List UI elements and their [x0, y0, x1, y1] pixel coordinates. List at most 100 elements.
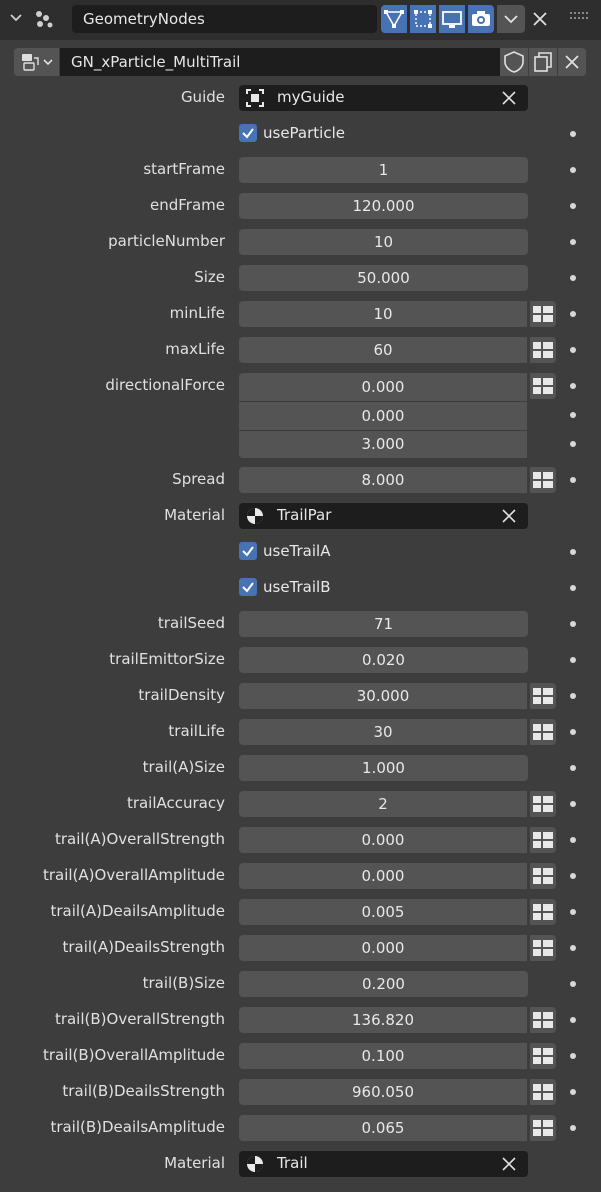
trail-b-overall-amplitude-label: trail(B)OverallAmplitude: [42, 1046, 225, 1064]
size-field[interactable]: 50.000: [239, 265, 528, 291]
clear-material-icon[interactable]: [501, 508, 517, 524]
keyframe-dot[interactable]: [570, 693, 576, 699]
attribute-toggle-button[interactable]: [530, 863, 556, 889]
keyframe-dot[interactable]: [570, 311, 576, 317]
trail-accuracy-field[interactable]: 2: [239, 791, 527, 817]
keyframe-dot[interactable]: [570, 945, 576, 951]
directional-force-y-field[interactable]: 0.000: [239, 402, 527, 430]
keyframe-dot[interactable]: [570, 1125, 576, 1131]
attribute-toggle-button[interactable]: [530, 301, 556, 327]
keyframe-dot[interactable]: [570, 729, 576, 735]
directional-force-x-field[interactable]: 0.000: [239, 373, 527, 401]
attribute-toggle-button[interactable]: [530, 935, 556, 961]
keyframe-dot[interactable]: [570, 621, 576, 627]
trail-b-deails-amplitude-label: trail(B)DeailsAmplitude: [50, 1118, 225, 1136]
clear-guide-icon[interactable]: [501, 90, 517, 106]
start-frame-field[interactable]: 1: [239, 157, 528, 183]
node-group-name-field[interactable]: GN_xParticle_MultiTrail: [60, 48, 500, 76]
keyframe-dot[interactable]: [570, 1053, 576, 1059]
fake-user-button[interactable]: [500, 48, 528, 76]
spreadsheet-icon: [533, 1084, 553, 1100]
trail-b-deails-amplitude-field[interactable]: 0.065: [239, 1115, 527, 1141]
trail-b-deails-strength-field[interactable]: 960.050: [239, 1079, 527, 1105]
trail-b-size-field[interactable]: 0.200: [239, 971, 528, 997]
trail-material-field[interactable]: Trail: [239, 1151, 528, 1177]
trail-a-deails-strength-field[interactable]: 0.000: [239, 935, 527, 961]
trail-a-overall-strength-field[interactable]: 0.000: [239, 827, 527, 853]
keyframe-dot[interactable]: [570, 909, 576, 915]
keyframe-dot[interactable]: [570, 1089, 576, 1095]
trail-b-overall-amplitude-field[interactable]: 0.100: [239, 1043, 527, 1069]
keyframe-dot[interactable]: [570, 203, 576, 209]
attribute-toggle-button[interactable]: [530, 467, 556, 493]
trail-a-deails-amplitude-field[interactable]: 0.005: [239, 899, 527, 925]
keyframe-dot[interactable]: [570, 383, 576, 389]
keyframe-dot[interactable]: [570, 275, 576, 281]
attribute-toggle-button[interactable]: [530, 1043, 556, 1069]
on-cage-icon: [414, 10, 432, 28]
trail-a-overall-amplitude-label: trail(A)OverallAmplitude: [42, 866, 225, 884]
attribute-toggle-button[interactable]: [530, 827, 556, 853]
attribute-toggle-button[interactable]: [530, 683, 556, 709]
attribute-toggle-button[interactable]: [530, 1007, 556, 1033]
particle-number-field[interactable]: 10: [239, 229, 528, 255]
trail-density-field[interactable]: 30.000: [239, 683, 527, 709]
attribute-toggle-button[interactable]: [530, 1115, 556, 1141]
trail-emittor-size-field[interactable]: 0.020: [239, 647, 528, 673]
trail-a-overall-amplitude-field[interactable]: 0.000: [239, 863, 527, 889]
modifier-dropdown-button[interactable]: [497, 5, 525, 33]
edit-mode-toggle[interactable]: [381, 5, 407, 33]
keyframe-dot[interactable]: [570, 131, 576, 137]
keyframe-dot[interactable]: [570, 1017, 576, 1023]
min-life-field[interactable]: 10: [239, 301, 527, 327]
size-label: Size: [194, 268, 225, 286]
use-particle-checkbox[interactable]: [239, 124, 257, 142]
attribute-toggle-button[interactable]: [530, 373, 556, 399]
duplicate-icon: [534, 52, 552, 72]
trail-a-size-field[interactable]: 1.000: [239, 755, 528, 781]
trail-life-field[interactable]: 30: [239, 719, 527, 745]
keyframe-dot[interactable]: [570, 765, 576, 771]
attribute-toggle-button[interactable]: [530, 1079, 556, 1105]
spread-field[interactable]: 8.000: [239, 467, 527, 493]
modifier-name-field[interactable]: GeometryNodes: [72, 5, 377, 33]
keyframe-dot[interactable]: [570, 477, 576, 483]
clear-material-icon[interactable]: [501, 1156, 517, 1172]
keyframe-dot[interactable]: [570, 837, 576, 843]
collapse-chevron-icon[interactable]: [9, 12, 23, 24]
keyframe-dot[interactable]: [570, 657, 576, 663]
trail-b-overall-strength-field[interactable]: 136.820: [239, 1007, 527, 1033]
keyframe-dot[interactable]: [570, 441, 576, 447]
max-life-field[interactable]: 60: [239, 337, 527, 363]
use-trail-b-checkbox[interactable]: [239, 578, 257, 596]
unlink-node-group-button[interactable]: [558, 48, 586, 76]
spreadsheet-icon: [533, 378, 553, 394]
attribute-toggle-button[interactable]: [530, 899, 556, 925]
keyframe-dot[interactable]: [570, 412, 576, 418]
keyframe-dot[interactable]: [570, 585, 576, 591]
on-cage-toggle[interactable]: [410, 5, 436, 33]
remove-modifier-icon[interactable]: [528, 7, 552, 31]
directional-force-z-field[interactable]: 3.000: [239, 431, 527, 458]
keyframe-dot[interactable]: [570, 801, 576, 807]
end-frame-field[interactable]: 120.000: [239, 193, 528, 219]
attribute-toggle-button[interactable]: [530, 337, 556, 363]
trail-a-deails-strength-label: trail(A)DeailsStrength: [62, 938, 225, 956]
keyframe-dot[interactable]: [570, 167, 576, 173]
viewport-toggle[interactable]: [439, 5, 465, 33]
material-field[interactable]: TrailPar: [239, 503, 528, 529]
keyframe-dot[interactable]: [570, 347, 576, 353]
node-group-browse-button[interactable]: [14, 48, 59, 76]
drag-grip-icon[interactable]: [570, 12, 590, 20]
keyframe-dot[interactable]: [570, 981, 576, 987]
trail-seed-field[interactable]: 71: [239, 611, 528, 637]
attribute-toggle-button[interactable]: [530, 791, 556, 817]
attribute-toggle-button[interactable]: [530, 719, 556, 745]
guide-object-field[interactable]: myGuide: [239, 85, 528, 111]
keyframe-dot[interactable]: [570, 873, 576, 879]
keyframe-dot[interactable]: [570, 549, 576, 555]
duplicate-node-group-button[interactable]: [529, 48, 557, 76]
use-trail-a-checkbox[interactable]: [239, 542, 257, 560]
keyframe-dot[interactable]: [570, 239, 576, 245]
render-toggle[interactable]: [468, 5, 494, 33]
